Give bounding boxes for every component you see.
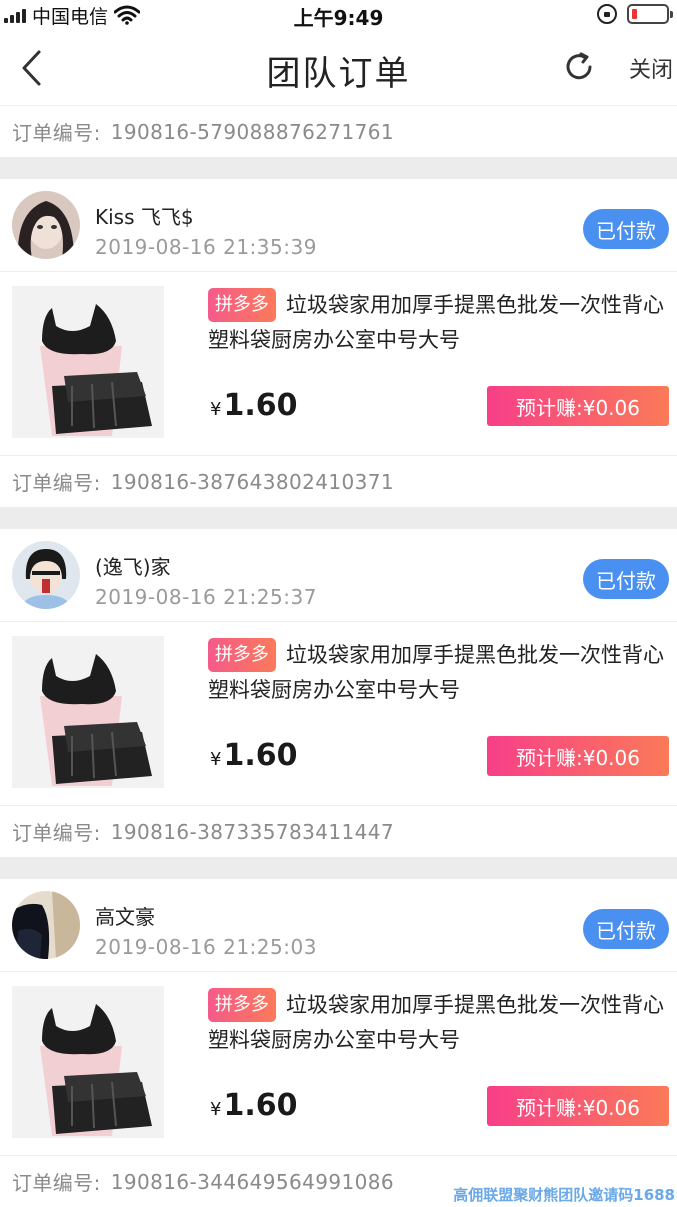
order-list: 订单编号: 190816-579088876271761 Kiss 飞飞$ 20… xyxy=(0,105,677,1207)
status-badge: 已付款 xyxy=(583,209,669,249)
status-right xyxy=(597,4,673,24)
product-row[interactable]: 拼多多 垃圾袋家用加厚手提黑色批发一次性背心塑料袋厨房办公室中号大号 ¥1.60 … xyxy=(0,271,677,455)
nav-bar: 团队订单 关闭 xyxy=(0,30,677,105)
section-divider xyxy=(0,857,677,879)
status-badge: 已付款 xyxy=(583,909,669,949)
product-title: 拼多多 垃圾袋家用加厚手提黑色批发一次性背心塑料袋厨房办公室中号大号 xyxy=(208,288,668,358)
order-number-value: 190816-579088876271761 xyxy=(110,119,394,144)
product-image xyxy=(12,286,164,438)
section-divider xyxy=(0,157,677,179)
product-row[interactable]: 拼多多 垃圾袋家用加厚手提黑色批发一次性背心塑料袋厨房办公室中号大号 ¥1.60 … xyxy=(0,971,677,1155)
status-time: 上午9:49 xyxy=(293,6,384,30)
rotation-lock-icon xyxy=(597,4,617,24)
avatar xyxy=(12,191,80,259)
buyer-name: 高文豪 xyxy=(95,905,155,929)
currency-symbol: ¥ xyxy=(210,399,222,420)
order-number-label: 订单编号: xyxy=(12,1171,101,1195)
buyer-row: Kiss 飞飞$ 2019-08-16 21:35:39 已付款 xyxy=(0,179,677,271)
order-number-label: 订单编号: xyxy=(12,121,101,145)
estimated-earning-button[interactable]: 预计赚:¥0.06 xyxy=(487,386,669,426)
pinduoduo-tag: 拼多多 xyxy=(208,638,276,672)
product-title-text: 垃圾袋家用加厚手提黑色批发一次性背心塑料袋厨房办公室中号大号 xyxy=(208,993,664,1052)
price-amount: 1.60 xyxy=(223,738,298,773)
order-number-row: 订单编号: 190816-387335783411447 xyxy=(0,805,677,857)
product-price: ¥1.60 xyxy=(210,738,297,773)
status-badge: 已付款 xyxy=(583,559,669,599)
status-bar: 中国电信 上午9:49 xyxy=(0,0,677,30)
refresh-icon[interactable] xyxy=(562,50,596,84)
order-card[interactable]: (逸飞)家 2019-08-16 21:25:37 已付款 拼多多 垃圾袋家用加厚… xyxy=(0,529,677,857)
order-number-value: 190816-344649564991086 xyxy=(110,1169,394,1194)
product-price: ¥1.60 xyxy=(210,388,297,423)
pinduoduo-tag: 拼多多 xyxy=(208,988,276,1022)
order-time: 2019-08-16 21:25:37 xyxy=(95,585,317,609)
pinduoduo-tag: 拼多多 xyxy=(208,288,276,322)
price-amount: 1.60 xyxy=(223,388,298,423)
avatar xyxy=(12,891,80,959)
order-number-value: 190816-387335783411447 xyxy=(110,819,394,844)
product-image xyxy=(12,986,164,1138)
currency-symbol: ¥ xyxy=(210,1099,222,1120)
price-amount: 1.60 xyxy=(223,1088,298,1123)
watermark-text: 高佣联盟聚财熊团队邀请码1688 xyxy=(453,1186,675,1204)
product-title: 拼多多 垃圾袋家用加厚手提黑色批发一次性背心塑料袋厨房办公室中号大号 xyxy=(208,638,668,708)
order-card[interactable]: 高文豪 2019-08-16 21:25:03 已付款 拼多多 垃圾袋家用加厚手提… xyxy=(0,879,677,1207)
order-time: 2019-08-16 21:35:39 xyxy=(95,235,317,259)
avatar xyxy=(12,541,80,609)
order-number-label: 订单编号: xyxy=(12,471,101,495)
product-price: ¥1.60 xyxy=(210,1088,297,1123)
estimated-earning-button[interactable]: 预计赚:¥0.06 xyxy=(487,736,669,776)
currency-symbol: ¥ xyxy=(210,749,222,770)
product-title: 拼多多 垃圾袋家用加厚手提黑色批发一次性背心塑料袋厨房办公室中号大号 xyxy=(208,988,668,1058)
order-card[interactable]: Kiss 飞飞$ 2019-08-16 21:35:39 已付款 拼多多 垃圾袋家… xyxy=(0,179,677,507)
product-image xyxy=(12,636,164,788)
buyer-row: (逸飞)家 2019-08-16 21:25:37 已付款 xyxy=(0,529,677,621)
close-button[interactable]: 关闭 xyxy=(629,52,673,84)
order-number-row: 订单编号: 190816-387643802410371 xyxy=(0,455,677,507)
estimated-earning-button[interactable]: 预计赚:¥0.06 xyxy=(487,1086,669,1126)
product-row[interactable]: 拼多多 垃圾袋家用加厚手提黑色批发一次性背心塑料袋厨房办公室中号大号 ¥1.60 … xyxy=(0,621,677,805)
order-number-label: 订单编号: xyxy=(12,821,101,845)
battery-icon xyxy=(627,4,673,24)
order-time: 2019-08-16 21:25:03 xyxy=(95,935,317,959)
order-number-value: 190816-387643802410371 xyxy=(110,469,394,494)
order-number-row: 订单编号: 190816-579088876271761 xyxy=(0,105,677,157)
product-title-text: 垃圾袋家用加厚手提黑色批发一次性背心塑料袋厨房办公室中号大号 xyxy=(208,643,664,702)
buyer-name: Kiss 飞飞$ xyxy=(95,205,194,229)
section-divider xyxy=(0,507,677,529)
buyer-name: (逸飞)家 xyxy=(95,555,171,579)
buyer-row: 高文豪 2019-08-16 21:25:03 已付款 xyxy=(0,879,677,971)
product-title-text: 垃圾袋家用加厚手提黑色批发一次性背心塑料袋厨房办公室中号大号 xyxy=(208,293,664,352)
